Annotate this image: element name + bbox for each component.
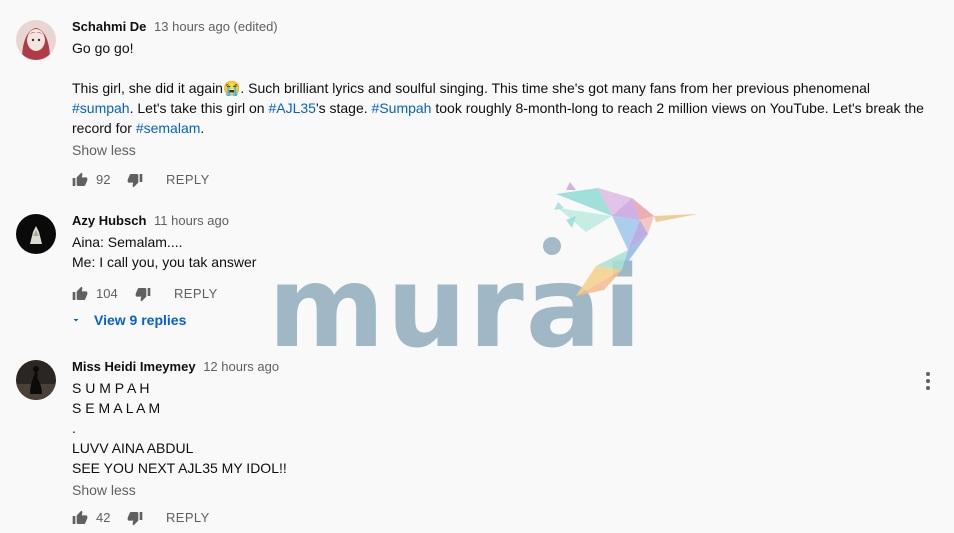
comment-text-segment: Aina: Semalam.... [72,234,183,250]
comment-line: #sumpah. Let's take this girl on #AJL35'… [72,98,932,118]
comment-line: record for #semalam. [72,118,932,138]
comment-line: This girl, she did it again😭. Such brill… [72,78,932,98]
hashtag-link[interactable]: #AJL35 [268,100,315,116]
comments-page: Schahmi De 13 hours ago (edited) Go go g… [0,0,954,533]
comment-text-segment: S U M P A H [72,380,150,396]
comment-text: S U M P A H S E M A L A M. LUVV AINA ABDUL… [72,378,932,478]
comment-text-segment: 's stage. [315,100,372,116]
avatar[interactable] [16,20,56,60]
thumbs-up-icon[interactable] [72,510,88,526]
comment-header: Miss Heidi Imeymey 12 hours ago [72,358,932,376]
comment-author[interactable]: Schahmi De [72,19,146,34]
show-less-button[interactable]: Show less [72,140,932,160]
thumbs-up-icon[interactable] [72,286,88,302]
reply-button[interactable]: REPLY [166,168,210,192]
comment-line [72,58,932,78]
comment-actions: 42 REPLY [72,506,932,530]
comment-line: Go go go! [72,38,932,58]
comment-text-segment: Me: I call you, you tak answer [72,254,257,270]
comment-text: Aina: Semalam.... Me: I call you, you tak… [72,232,932,272]
comment-text-segment: LUVV AINA ABDUL [72,440,194,456]
comment-text-segment: This girl, she did it again😭. Such brill… [72,80,871,96]
hashtag-link[interactable]: #Sumpah [372,100,432,116]
reply-button[interactable]: REPLY [174,282,218,306]
comment-actions: 92 REPLY [72,168,932,192]
comment-text: Go go go! This girl, she did it again😭. S… [72,38,932,138]
comment-header: Schahmi De 13 hours ago (edited) [72,18,932,36]
comment-body: Schahmi De 13 hours ago (edited) Go go g… [72,18,932,192]
comment-text-segment: SEE YOU NEXT AJL35 MY IDOL!! [72,460,287,476]
comment-text-segment: S E M A L A M [72,400,161,416]
comment-line: Me: I call you, you tak answer [72,252,932,272]
reply-button[interactable]: REPLY [166,506,210,530]
thumbs-down-icon[interactable] [135,286,151,302]
comment-author[interactable]: Miss Heidi Imeymey [72,359,196,374]
like-count: 42 [96,510,111,525]
comment-line: Aina: Semalam.... [72,232,932,252]
comment-text-segment: took roughly 8-month-long to reach 2 mil… [431,100,924,116]
thumbs-up-icon[interactable] [72,172,88,188]
comment-header: Azy Hubsch 11 hours ago [72,212,932,230]
comment-time[interactable]: 13 hours ago (edited) [154,19,278,34]
like-count: 104 [96,286,118,301]
comment-text-segment: Go go go! [72,40,134,56]
comment-actions: 104 REPLY [72,282,932,306]
show-less-button[interactable]: Show less [72,480,932,500]
view-replies-button[interactable]: View 9 replies [94,310,186,330]
more-vert-icon[interactable] [926,372,930,393]
comment-text-segment: . Let's take this girl on [129,100,269,116]
like-count: 92 [96,172,111,187]
comment-line: S U M P A H [72,378,932,398]
comment-line: S E M A L A M [72,398,932,418]
comment-body: Miss Heidi Imeymey 12 hours ago S U M P … [72,358,932,530]
hashtag-link[interactable]: #semalam [136,120,201,136]
comment-text-segment: . [200,120,205,136]
thumbs-down-icon[interactable] [127,510,143,526]
avatar[interactable] [16,214,56,254]
avatar[interactable] [16,360,56,400]
comment-body: Azy Hubsch 11 hours ago Aina: Semalam...… [72,212,932,338]
chevron-down-icon[interactable] [70,314,82,326]
comment-line: SEE YOU NEXT AJL35 MY IDOL!! [72,458,932,478]
comment-text-segment: . [72,420,76,436]
comment-author[interactable]: Azy Hubsch [72,213,146,228]
view-replies-row: View 9 replies [72,306,932,338]
hashtag-link[interactable]: #sumpah [72,100,130,116]
comment-line: . [72,418,932,438]
comment-time[interactable]: 12 hours ago [203,359,279,374]
comment-text-segment: record for [72,120,136,136]
thumbs-down-icon[interactable] [127,172,143,188]
comment-time[interactable]: 11 hours ago [154,213,229,228]
comment-line: LUVV AINA ABDUL [72,438,932,458]
